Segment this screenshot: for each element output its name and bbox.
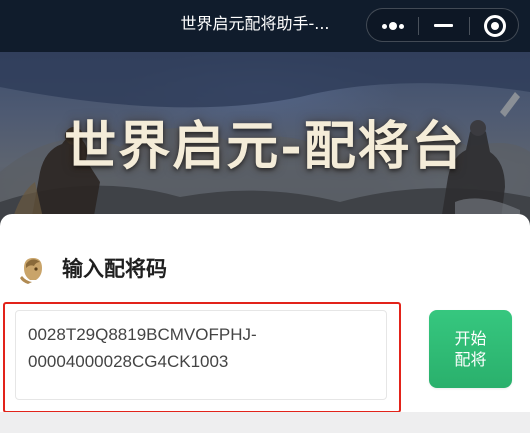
capsule-menu xyxy=(366,8,519,42)
minimize-icon xyxy=(434,24,453,27)
start-button-label-1: 开始 xyxy=(454,329,487,348)
code-input[interactable]: 0028T29Q8819BCMVOFPHJ- 00004000028CG4CK1… xyxy=(15,310,387,400)
window-title: 世界启元配将助手-... xyxy=(180,14,330,33)
code-text-line-2: 00004000028CG4CK1003 xyxy=(28,352,229,371)
mini-program-topbar: 世界启元配将助手-... xyxy=(0,0,530,52)
more-dots-icon-center xyxy=(389,22,397,30)
highlighted-code-area: 0028T29Q8819BCMVOFPHJ- 00004000028CG4CK1… xyxy=(3,302,401,413)
bottom-strip xyxy=(0,412,530,433)
app-screen: 世界启元配将助手-... 世界启元-配将台 输入配将码 0028T29Q8819… xyxy=(0,0,530,433)
close-button[interactable] xyxy=(469,9,520,43)
warrior-head-icon xyxy=(20,258,42,284)
more-dots-icon xyxy=(382,24,387,29)
code-text-line-1: 0028T29Q8819BCMVOFPHJ- xyxy=(28,325,257,344)
more-dots-icon-right xyxy=(399,24,404,29)
more-button[interactable] xyxy=(367,9,418,43)
hero-banner: 世界启元-配将台 xyxy=(0,52,530,227)
section-title: 输入配将码 xyxy=(62,257,167,281)
target-ring-dot xyxy=(491,22,499,30)
start-match-button[interactable]: 开始 配将 xyxy=(429,310,512,388)
minimize-button[interactable] xyxy=(418,9,469,43)
input-card: 输入配将码 0028T29Q8819BCMVOFPHJ- 00004000028… xyxy=(0,214,530,433)
banner-title: 世界启元-配将台 xyxy=(64,116,466,177)
start-button-label-2: 配将 xyxy=(454,350,487,369)
